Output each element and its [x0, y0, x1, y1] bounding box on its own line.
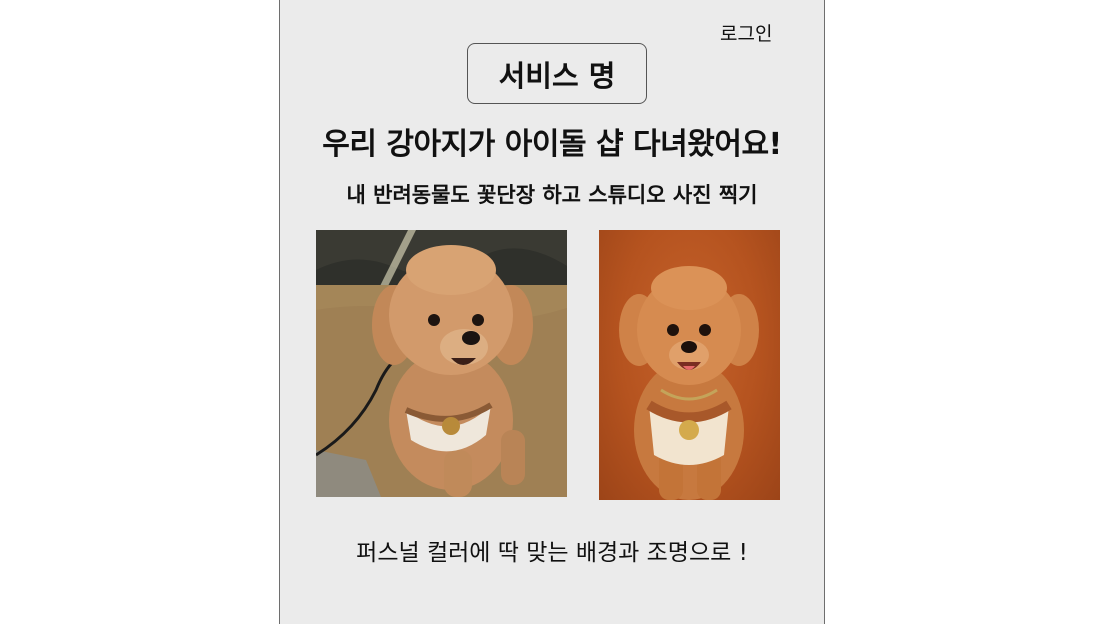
- before-photo: [316, 230, 567, 497]
- after-photo: [599, 230, 780, 500]
- sub-headline: 내 반려동물도 꽃단장 하고 스튜디오 사진 찍기: [346, 183, 758, 207]
- poodle-studio-image: [619, 266, 759, 500]
- bottom-caption: 퍼스널 컬러에 딱 맞는 배경과 조명으로 !: [356, 540, 748, 566]
- page-frame: 로그인 서비스 명 우리 강아지가 아이돌 샵 다녀왔어요! 내 반려동물도 꽃…: [279, 0, 825, 624]
- service-name-logo[interactable]: 서비스 명: [467, 43, 647, 104]
- poodle-outdoor-image: [316, 230, 567, 497]
- service-name-text: 서비스 명: [498, 58, 616, 93]
- login-link[interactable]: 로그인: [720, 19, 772, 46]
- main-headline: 우리 강아지가 아이돌 샵 다녀왔어요!: [322, 127, 782, 162]
